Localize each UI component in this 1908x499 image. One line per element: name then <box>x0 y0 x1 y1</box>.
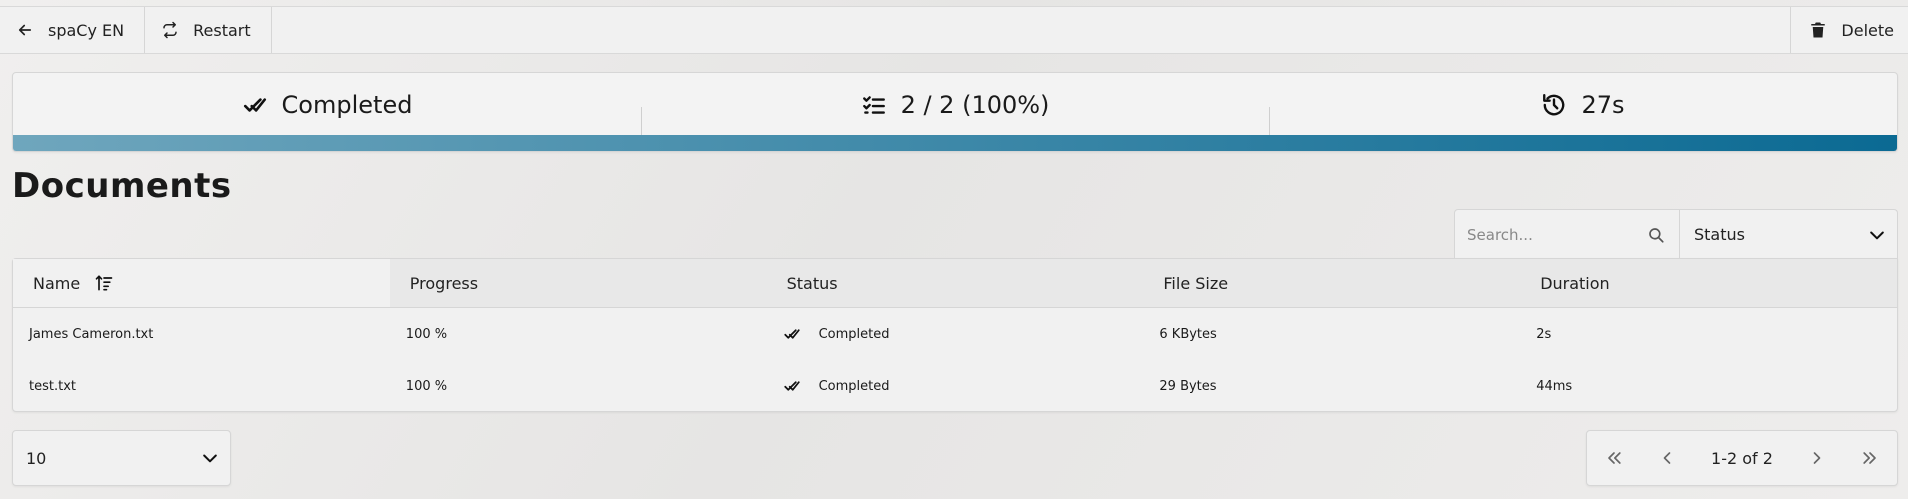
cell-status: Completed <box>767 325 1144 343</box>
chevrons-right-icon <box>1863 452 1876 464</box>
job-status-card: Completed 2 / 2 (100%) 27s <box>12 72 1898 152</box>
double-check-icon <box>243 98 266 112</box>
table-row[interactable]: test.txt 100 % Completed 29 Bytes 44ms <box>13 360 1897 412</box>
first-page-button[interactable] <box>1604 448 1624 468</box>
column-label: Duration <box>1540 273 1610 293</box>
column-header-duration[interactable]: Duration <box>1520 259 1897 307</box>
cell-duration: 2s <box>1536 326 1552 342</box>
search-input[interactable]: Search... <box>1455 210 1680 259</box>
column-header-name[interactable]: Name <box>13 259 390 307</box>
previous-page-button[interactable] <box>1657 448 1677 468</box>
job-duration-text: 27s <box>1581 91 1625 119</box>
table-header: Name Progress Status File Size Duration <box>13 259 1897 308</box>
column-header-status[interactable]: Status <box>766 259 1144 307</box>
job-state-label: Completed <box>281 91 413 119</box>
status-text: Completed <box>818 326 890 342</box>
status-filter-label: Status <box>1694 225 1745 244</box>
checklist-icon <box>862 96 885 114</box>
cell-progress: 100 % <box>405 326 448 342</box>
delete-label: Delete <box>1841 20 1894 40</box>
cell-duration: 44ms <box>1536 378 1573 394</box>
chevron-right-icon <box>1813 452 1820 464</box>
search-icon <box>1649 227 1664 243</box>
column-header-progress[interactable]: Progress <box>389 259 767 307</box>
restart-label: Restart <box>193 20 251 40</box>
back-button[interactable]: spaCy EN <box>0 7 146 53</box>
double-check-icon <box>783 381 800 391</box>
job-progress: 2 / 2 (100%) <box>641 91 1269 139</box>
job-state: Completed <box>13 91 641 119</box>
cell-progress: 100 % <box>405 378 448 394</box>
column-label: File Size <box>1163 273 1229 293</box>
page-size-value: 10 <box>26 448 47 468</box>
page-size-select[interactable]: 10 <box>12 430 231 486</box>
sort-ascending-icon <box>95 275 113 291</box>
cell-status: Completed <box>767 377 1144 395</box>
cell-name: test.txt <box>29 378 76 394</box>
column-header-file-size[interactable]: File Size <box>1143 259 1521 307</box>
job-progress-bar <box>13 135 1897 151</box>
column-label: Name <box>33 273 81 293</box>
chevron-down-icon <box>1870 231 1884 239</box>
job-duration: 27s <box>1269 91 1897 139</box>
restart-icon <box>163 21 177 39</box>
page-range: 1-2 of 2 <box>1711 448 1773 468</box>
last-page-button[interactable] <box>1860 448 1880 468</box>
restart-button[interactable]: Restart <box>145 7 272 53</box>
chevron-left-icon <box>1664 452 1671 464</box>
status-text: Completed <box>818 378 890 394</box>
cell-name: James Cameron.txt <box>29 326 154 342</box>
chevron-down-icon <box>203 454 217 463</box>
table-row[interactable]: James Cameron.txt 100 % Completed 6 KByt… <box>13 308 1897 360</box>
back-label: spaCy EN <box>48 20 125 40</box>
documents-table: Name Progress Status File Size Duration … <box>12 258 1898 412</box>
pagination: 1-2 of 2 <box>1586 430 1898 486</box>
documents-title: Documents <box>12 166 232 206</box>
history-icon <box>1543 94 1565 116</box>
next-page-button[interactable] <box>1807 448 1827 468</box>
column-label: Progress <box>409 273 479 293</box>
toolbar: spaCy EN Restart Delete <box>0 6 1908 54</box>
status-filter-select[interactable]: Status <box>1680 210 1897 259</box>
cell-file-size: 29 Bytes <box>1159 378 1217 394</box>
column-label: Status <box>786 273 838 293</box>
double-check-icon <box>783 329 800 339</box>
chevrons-left-icon <box>1607 452 1621 464</box>
document-filters: Search... Status <box>1454 209 1898 259</box>
delete-button[interactable]: Delete <box>1790 7 1908 53</box>
arrow-left-icon <box>18 24 32 36</box>
search-placeholder: Search... <box>1467 225 1533 244</box>
cell-file-size: 6 KBytes <box>1159 326 1217 342</box>
job-progress-text: 2 / 2 (100%) <box>900 91 1050 119</box>
trash-icon <box>1811 22 1826 38</box>
